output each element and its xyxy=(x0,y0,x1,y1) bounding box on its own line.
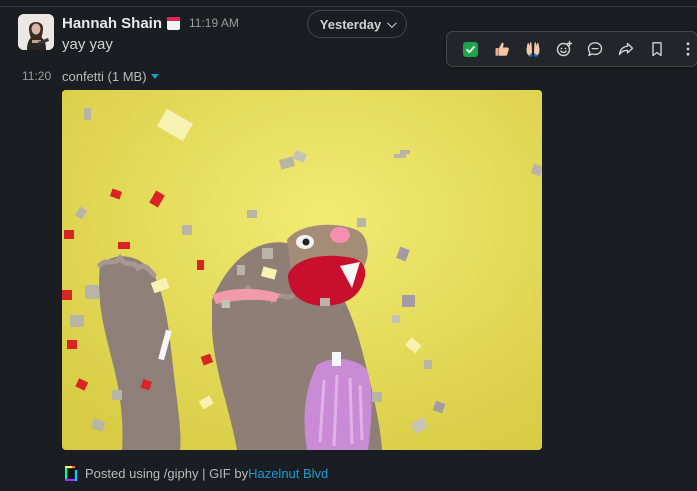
date-divider-label: Yesterday xyxy=(319,16,382,32)
date-divider-button[interactable]: Yesterday xyxy=(307,10,407,38)
thumbs-up-reaction-button[interactable] xyxy=(486,33,517,65)
white-check-mark-emoji-icon xyxy=(463,41,478,57)
more-actions-button[interactable] xyxy=(672,33,697,65)
bookmark-icon xyxy=(651,42,662,57)
speech-bubble-icon xyxy=(587,42,602,56)
calendar-status-icon[interactable] xyxy=(167,16,181,30)
attachment-file-label[interactable]: confetti (1 MB) xyxy=(62,69,147,84)
share-arrow-icon xyxy=(618,42,633,56)
confetti-puppet-illustration xyxy=(62,90,542,450)
attachment-timestamp[interactable]: 11:20 xyxy=(22,69,62,83)
attribution-author-link[interactable]: Hazelnut Blvd xyxy=(248,466,328,481)
giphy-logo-icon xyxy=(65,465,77,481)
attribution-text: Posted using /giphy | GIF by xyxy=(85,465,249,481)
check-mark-reaction-button[interactable] xyxy=(455,33,486,65)
message-header: Hannah Shain 11:19 AM xyxy=(62,14,239,32)
thumbs-up-emoji-icon xyxy=(495,42,509,56)
save-for-later-button[interactable] xyxy=(641,33,672,65)
add-reaction-button[interactable] xyxy=(548,33,579,65)
gif-image[interactable] xyxy=(62,90,542,450)
attachment-header: 11:20 confetti (1 MB) xyxy=(22,68,159,84)
message-text: yay yay xyxy=(62,36,113,53)
raised-hands-reaction-button[interactable] xyxy=(517,33,548,65)
message-pane: Yesterday Hannah Shain 11:19 AM yay yay xyxy=(0,0,697,491)
message-timestamp[interactable]: 11:19 AM xyxy=(189,16,239,30)
vertical-ellipsis-icon xyxy=(686,42,689,56)
forward-message-button[interactable] xyxy=(610,33,641,65)
reply-in-thread-button[interactable] xyxy=(579,33,610,65)
raised-hands-emoji-icon xyxy=(526,42,539,57)
sender-name[interactable]: Hannah Shain xyxy=(62,15,162,32)
date-divider-line xyxy=(0,6,697,7)
message-actions-toolbar xyxy=(446,31,697,67)
chevron-down-icon xyxy=(387,17,398,28)
gif-attribution: Posted using /giphy | GIF by Hazelnut Bl… xyxy=(64,464,328,482)
avatar-photo xyxy=(18,14,54,50)
caret-down-icon[interactable] xyxy=(150,73,159,79)
emoji-plus-icon xyxy=(556,40,572,57)
avatar[interactable] xyxy=(18,14,54,50)
